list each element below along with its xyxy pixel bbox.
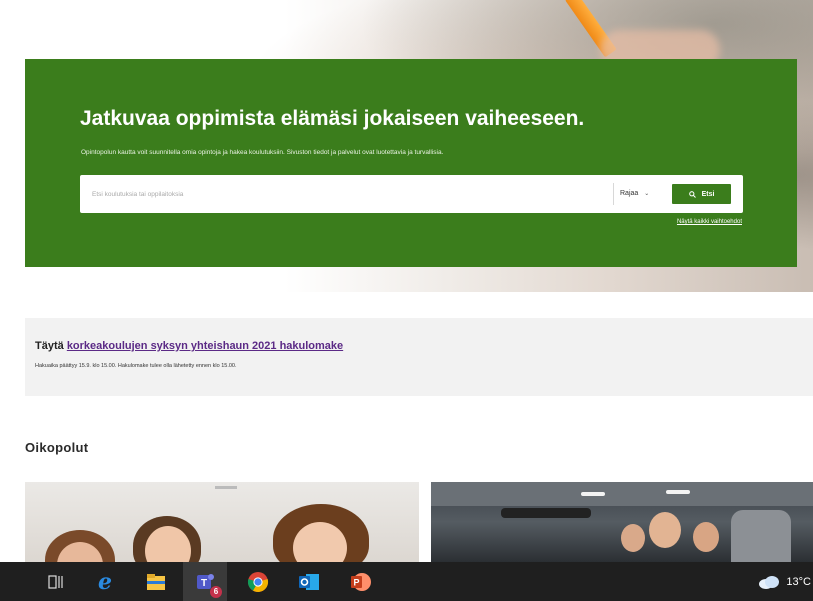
browser-page: Jatkuvaa oppimista elämäsi jokaiseen vai… bbox=[0, 0, 813, 601]
chrome-icon[interactable] bbox=[246, 570, 270, 594]
windows-taskbar: e T 6 P 13°C bbox=[0, 562, 813, 601]
filter-dropdown[interactable]: Rajaa ⌄ bbox=[620, 175, 649, 213]
task-view-icon[interactable] bbox=[44, 570, 68, 594]
search-icon bbox=[688, 190, 696, 198]
search-bar: Rajaa ⌄ Etsi bbox=[80, 175, 743, 213]
internet-explorer-icon[interactable]: e bbox=[93, 570, 117, 594]
svg-text:T: T bbox=[201, 578, 207, 589]
application-notice: Täytä korkeakoulujen syksyn yhteishaun 2… bbox=[25, 318, 813, 396]
search-button-label: Etsi bbox=[701, 190, 715, 198]
car-ceiling bbox=[431, 482, 813, 506]
shortcut-card-vehicle[interactable] bbox=[431, 482, 813, 562]
svg-text:e: e bbox=[98, 571, 112, 593]
file-explorer-icon[interactable] bbox=[144, 570, 168, 594]
ceiling-light bbox=[581, 492, 605, 496]
person-face bbox=[649, 512, 681, 548]
weather-widget[interactable]: 13°C bbox=[758, 562, 811, 601]
notice-prefix: Täytä bbox=[35, 340, 64, 352]
shortcut-card-students[interactable] bbox=[25, 482, 419, 562]
svg-text:P: P bbox=[353, 578, 359, 588]
teams-icon[interactable]: T 6 bbox=[193, 570, 222, 598]
person-face bbox=[621, 524, 645, 552]
notice-description: Hakuaika päättyy 15.9. klo 15.00. Hakulo… bbox=[35, 363, 237, 369]
weather-temperature: 13°C bbox=[786, 575, 811, 588]
notice-title: Täytä korkeakoulujen syksyn yhteishaun 2… bbox=[35, 340, 343, 352]
chevron-down-icon: ⌄ bbox=[644, 191, 650, 197]
search-input[interactable] bbox=[88, 175, 616, 213]
hero-card: Jatkuvaa oppimista elämäsi jokaiseen vai… bbox=[25, 59, 797, 267]
application-form-link[interactable]: korkeakoulujen syksyn yhteishaun 2021 ha… bbox=[67, 340, 343, 352]
rear-view-mirror bbox=[501, 508, 591, 518]
cloud-icon bbox=[759, 575, 780, 589]
hero-subtitle: Opintopolun kautta voit suunnitella omia… bbox=[81, 149, 444, 156]
powerpoint-icon[interactable]: P bbox=[348, 570, 372, 594]
hero-title: Jatkuvaa oppimista elämäsi jokaiseen vai… bbox=[80, 107, 585, 130]
board-mark bbox=[215, 486, 237, 489]
search-button[interactable]: Etsi bbox=[672, 184, 731, 204]
person-face bbox=[693, 522, 719, 552]
teams-notification-badge: 6 bbox=[210, 586, 222, 598]
search-divider bbox=[613, 183, 614, 205]
outlook-icon[interactable] bbox=[297, 570, 321, 594]
ceiling-light bbox=[666, 490, 690, 494]
show-all-options-link[interactable]: Näytä kaikki vaihtoehdot bbox=[677, 219, 742, 225]
car-seat bbox=[731, 510, 791, 562]
shortcuts-heading: Oikopolut bbox=[25, 440, 89, 455]
filter-dropdown-label: Rajaa bbox=[620, 190, 639, 197]
